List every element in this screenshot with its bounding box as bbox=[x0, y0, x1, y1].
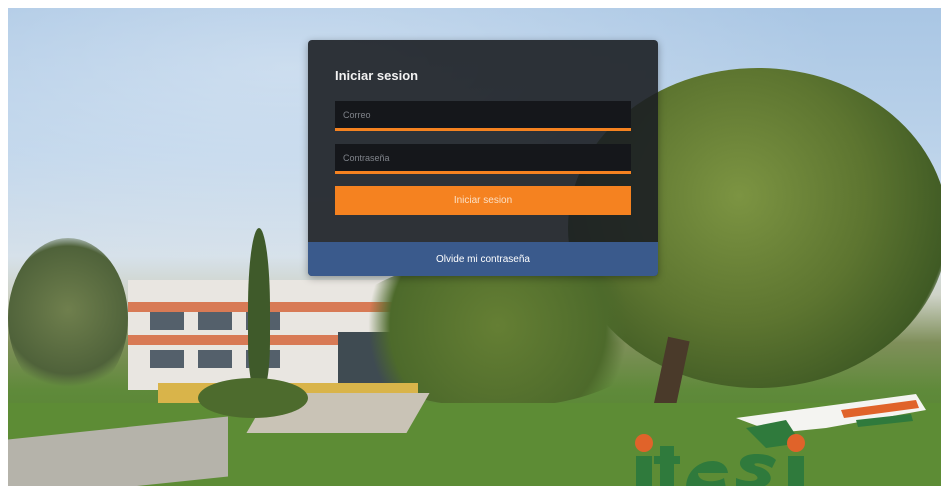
email-field[interactable] bbox=[335, 101, 631, 131]
password-field[interactable] bbox=[335, 144, 631, 174]
login-button[interactable]: Iniciar sesion bbox=[335, 186, 631, 215]
email-input[interactable] bbox=[335, 101, 631, 128]
bushes bbox=[198, 378, 308, 418]
forgot-password-link[interactable]: Olvide mi contraseña bbox=[308, 242, 658, 276]
itesi-logo-sculpture: itesi bbox=[635, 394, 926, 486]
password-input[interactable] bbox=[335, 144, 631, 171]
cypress-tree bbox=[248, 228, 270, 388]
left-tree bbox=[8, 238, 128, 398]
login-panel: Iniciar sesion Iniciar sesion Olvide mi … bbox=[308, 40, 658, 276]
login-title: Iniciar sesion bbox=[335, 68, 419, 83]
